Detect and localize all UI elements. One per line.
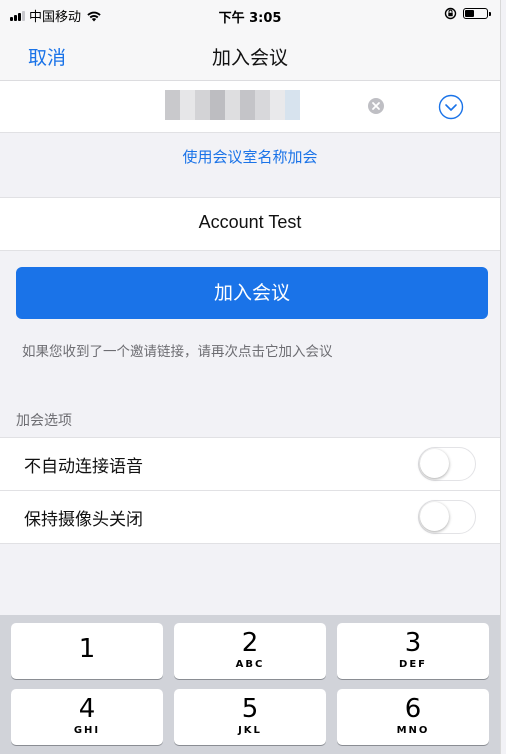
key-letters: DEF [399,659,427,670]
key-1[interactable]: 1 [11,623,163,679]
key-letters: MNO [396,725,430,736]
key-digit: 1 [78,634,96,664]
battery-fill [465,10,475,17]
display-name-field[interactable]: Account Test [0,197,500,251]
status-right [444,7,491,20]
option-label: 保持摄像头关闭 [24,510,143,530]
key-digit: 4 [78,694,96,724]
numeric-keyboard: 1 2 ABC 3 DEF 4 GHI 5 JKL 6 MNO [0,615,500,754]
join-options-list: 不自动连接语音 保持摄像头关闭 [0,437,500,544]
status-bar: 中国移动 下午 3:05 [0,0,500,30]
use-room-name-link[interactable]: 使用会议室名称加会 [0,146,500,167]
page-title: 加入会议 [211,47,288,69]
redacted-meeting-id [165,90,300,120]
keep-camera-off-toggle[interactable] [418,500,476,534]
key-letters: JKL [238,725,262,736]
no-auto-audio-toggle[interactable] [418,447,476,481]
join-meeting-screen: 中国移动 下午 3:05 取消 加入会议 使用会议室名称加会 Account T… [0,0,501,754]
key-digit: 5 [241,694,259,724]
navigation-bar: 取消 加入会议 [0,30,500,81]
join-meeting-button[interactable]: 加入会议 [16,267,488,319]
key-digit: 2 [241,628,259,658]
display-name-value: Account Test [198,212,302,232]
key-letters: ABC [235,659,265,670]
key-6[interactable]: 6 MNO [337,689,489,745]
invite-link-hint: 如果您收到了一个邀请链接，请再次点击它加入会议 [22,344,333,360]
option-no-auto-audio: 不自动连接语音 [0,438,500,490]
toggle-knob [420,449,449,478]
status-time: 下午 3:05 [218,11,282,26]
key-3[interactable]: 3 DEF [337,623,489,679]
clear-circle-icon[interactable] [367,97,385,115]
toggle-knob [420,502,449,531]
key-digit: 6 [404,694,422,724]
key-2[interactable]: 2 ABC [174,623,326,679]
meeting-id-field[interactable] [0,81,500,133]
chevron-down-circle-icon[interactable] [438,94,464,120]
join-options-label: 加会选项 [16,413,72,429]
key-4[interactable]: 4 GHI [11,689,163,745]
battery-icon [463,8,491,19]
orientation-lock-icon [444,7,457,20]
option-keep-camera-off: 保持摄像头关闭 [0,490,500,543]
option-label: 不自动连接语音 [24,457,143,477]
key-digit: 3 [404,628,422,658]
key-5[interactable]: 5 JKL [174,689,326,745]
key-letters: GHI [73,725,101,736]
